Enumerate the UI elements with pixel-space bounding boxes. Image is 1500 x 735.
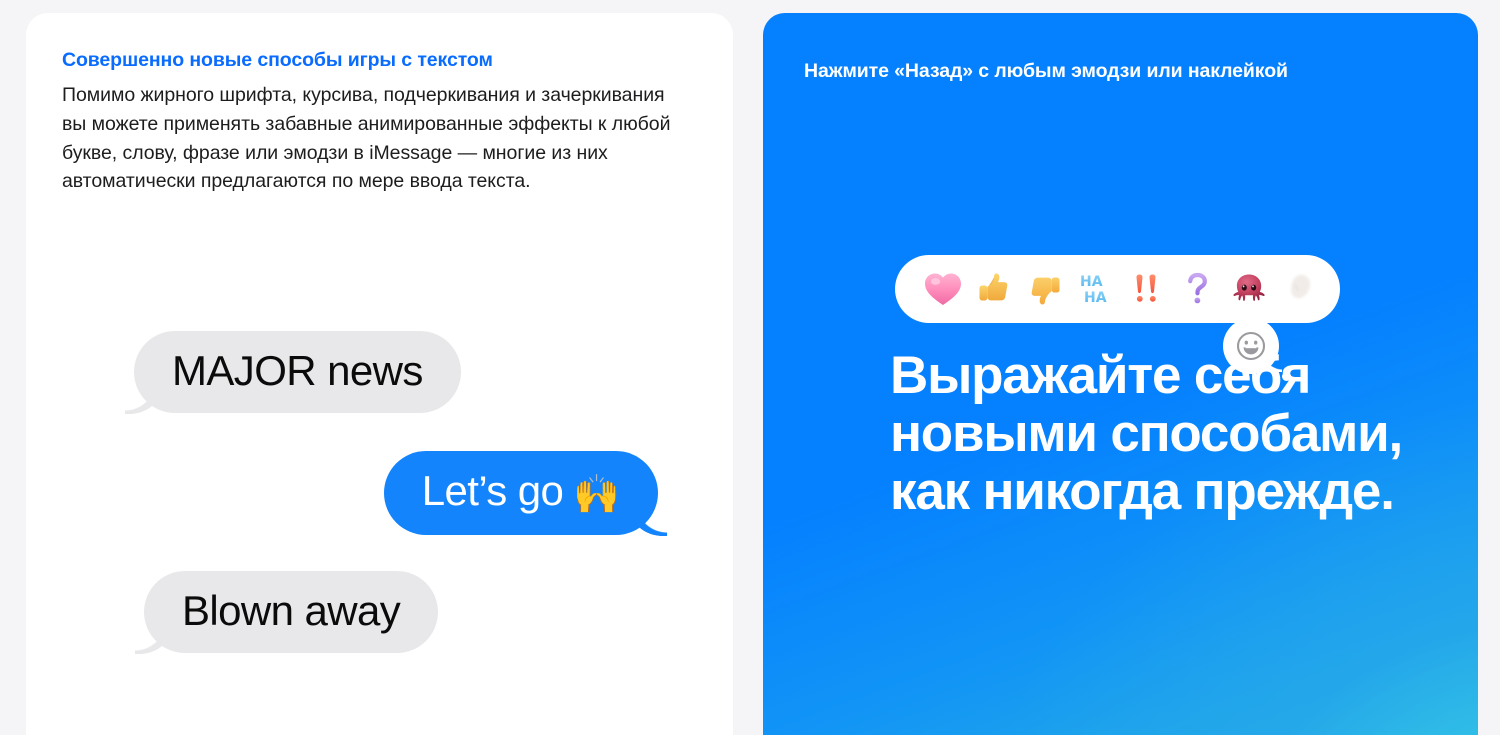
smiley-face-icon (1236, 331, 1266, 361)
heart-tapback-icon[interactable] (917, 272, 968, 306)
exclamation-tapback-icon[interactable] (1121, 272, 1172, 306)
octopus-tapback-icon[interactable] (1223, 273, 1274, 305)
svg-text:HA: HA (1080, 274, 1103, 290)
message-text: Blown away (182, 587, 401, 634)
text-effects-card: Совершенно новые способы игры с текстом … (26, 13, 733, 735)
message-row-incoming-1: MAJOR news (134, 331, 461, 414)
left-eyebrow-heading: Совершенно новые способы игры с текстом (62, 49, 493, 71)
thumbs-down-tapback-icon[interactable] (1019, 272, 1070, 306)
message-thread: MAJOR news Let’s go 🙌 Blown away (26, 331, 733, 731)
svg-text:HA: HA (1084, 290, 1107, 306)
raising-hands-emoji: 🙌 (573, 472, 620, 516)
message-row-incoming-2: Blown away (144, 571, 439, 654)
message-text: Let’s go (421, 467, 564, 514)
right-eyebrow-heading: Нажмите «Назад» с любым эмодзи или накле… (804, 60, 1288, 82)
right-headline: Выражайте себя новыми способами, как ник… (890, 346, 1403, 521)
message-text: MAJOR news (172, 347, 423, 394)
left-body-paragraph: Помимо жирного шрифта, курсива, подчерки… (62, 84, 671, 193)
message-bubble-incoming[interactable]: Blown away (144, 571, 439, 654)
message-bubble-outgoing[interactable]: Let’s go 🙌 (383, 451, 658, 535)
message-row-outgoing-1: Let’s go 🙌 (26, 451, 733, 535)
message-bubble-incoming[interactable]: MAJOR news (134, 331, 461, 414)
thumbs-up-tapback-icon[interactable] (968, 272, 1019, 306)
left-copy-block: Совершенно новые способы игры с текстом … (62, 48, 682, 196)
haha-tapback-icon[interactable]: HA HA (1070, 272, 1121, 306)
more-tapback-icon[interactable] (1274, 271, 1325, 307)
question-tapback-icon[interactable] (1172, 272, 1223, 306)
tapback-card: Нажмите «Назад» с любым эмодзи или накле… (763, 13, 1478, 735)
tapback-picker-bar[interactable]: HA HA (895, 255, 1340, 323)
page-root: Совершенно новые способы игры с текстом … (0, 0, 1500, 735)
